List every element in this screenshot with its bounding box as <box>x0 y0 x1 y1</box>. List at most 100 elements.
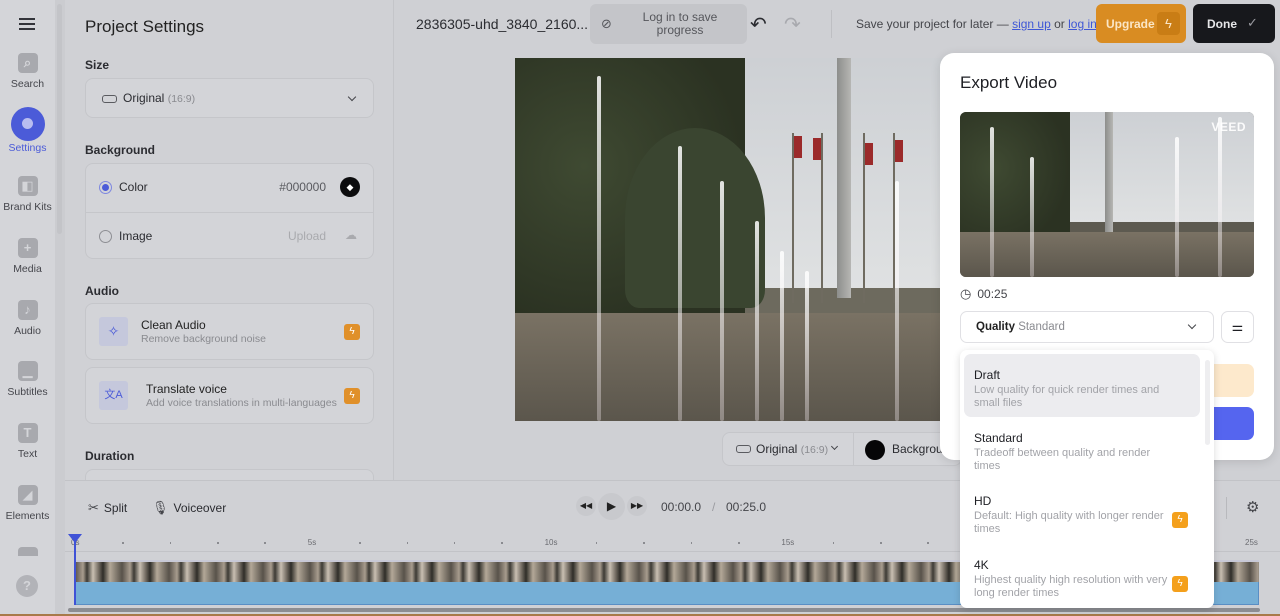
ruler-tick <box>406 542 409 544</box>
done-button[interactable]: Done ✓ <box>1193 4 1275 43</box>
feature-title: Translate voice <box>146 382 227 396</box>
rail-item-label: Settings <box>8 142 47 154</box>
thumb-obelisk <box>1105 112 1113 232</box>
undo-icon[interactable]: ↶ <box>750 12 767 37</box>
text-icon: T <box>17 423 38 443</box>
size-heading: Size <box>85 58 110 72</box>
log-in-link[interactable]: log in <box>1068 17 1097 31</box>
ruler-tick-label: 25s <box>1245 538 1258 547</box>
save-progress-button[interactable]: ⊘ Log in to save progress <box>590 4 747 44</box>
split-button[interactable]: ✂ Split <box>88 500 127 516</box>
premium-bolt-icon: ϟ <box>1172 512 1188 528</box>
option-description: Low quality for quick render times and s… <box>974 384 1160 409</box>
play-icon[interactable]: ▶ <box>598 493 625 520</box>
sparkle-icon: ✧ <box>99 317 128 346</box>
rail-item-elements[interactable]: ◢ Elements <box>0 485 55 522</box>
advanced-settings-icon[interactable]: ⚌ <box>1221 311 1254 343</box>
chevron-down-icon <box>347 92 357 102</box>
quality-option-hd[interactable]: HD Default: High quality with longer ren… <box>964 480 1200 543</box>
duration-card[interactable] <box>85 469 374 480</box>
hamburger-menu-icon[interactable] <box>17 15 37 33</box>
save-prompt-text: Save your project for later — <box>856 17 1009 31</box>
quality-option-4k[interactable]: 4K Highest quality high resolution with … <box>964 544 1200 607</box>
total-time: 00:25.0 <box>726 500 767 514</box>
rewind-icon[interactable]: ◀◀ <box>576 496 596 516</box>
paint-bucket-icon[interactable]: ◆ <box>340 177 360 197</box>
canvas-size-select[interactable]: Original (16:9) <box>756 442 828 456</box>
upgrade-export-button[interactable] <box>1213 364 1254 397</box>
flag <box>813 138 821 160</box>
option-name: HD <box>974 494 992 508</box>
panel-title: Project Settings <box>85 17 205 36</box>
fast-forward-icon[interactable]: ▶▶ <box>627 496 647 516</box>
project-filename[interactable]: 2836305-uhd_3840_2160... <box>416 16 588 32</box>
chevron-down-icon <box>830 442 839 451</box>
project-settings-panel: Project Settings Size Original (16:9) Ba… <box>65 0 394 480</box>
aspect-ratio-icon <box>736 445 751 453</box>
video-trees-2 <box>625 128 765 308</box>
divider <box>853 433 854 465</box>
water-jet <box>755 221 759 421</box>
color-label: Color <box>119 180 148 194</box>
background-image-option[interactable]: Image Upload ☁ <box>86 212 373 259</box>
ruler-tick <box>643 542 645 544</box>
video-obelisk <box>837 58 851 298</box>
water-jet <box>895 181 899 421</box>
elements-icon: ◢ <box>17 485 38 505</box>
ruler-tick <box>122 542 124 544</box>
playhead-handle[interactable] <box>68 534 82 543</box>
translate-icon: 文A <box>99 381 128 410</box>
background-color-option[interactable]: Color #000000 ◆ <box>86 164 373 211</box>
duration-value: 00:25 <box>977 287 1008 301</box>
quality-option-standard[interactable]: Standard Tradeoff between quality and re… <box>964 417 1200 480</box>
help-icon[interactable]: ? <box>16 575 38 597</box>
quality-option-draft[interactable]: Draft Low quality for quick render times… <box>964 354 1200 417</box>
color-hex-value[interactable]: #000000 <box>279 180 326 194</box>
dialog-title: Export Video <box>960 73 1058 92</box>
aspect-ratio-icon <box>102 95 117 103</box>
upgrade-button[interactable]: Upgrade ϟ <box>1096 4 1186 43</box>
ruler-tick <box>690 542 693 544</box>
quality-select[interactable]: Quality Standard <box>960 311 1214 343</box>
video-preview[interactable] <box>515 58 945 421</box>
image-radio[interactable] <box>99 230 112 243</box>
ruler-tick <box>595 542 598 544</box>
water-jet <box>780 251 784 421</box>
gear-icon[interactable]: ⚙ <box>1246 498 1259 516</box>
rail-item-settings[interactable]: Settings <box>0 107 55 154</box>
rail-item-media[interactable]: + Media <box>0 238 55 275</box>
microphone-icon: 🎙 <box>152 500 169 515</box>
timeline-scrollbar[interactable] <box>68 608 1260 612</box>
background-color-swatch[interactable] <box>865 440 885 460</box>
voiceover-label: Voiceover <box>173 501 227 515</box>
export-video-button[interactable] <box>1213 407 1254 440</box>
duration-heading: Duration <box>85 449 135 463</box>
rail-item-audio[interactable]: ♪ Audio <box>0 300 55 337</box>
video-ground <box>515 313 945 421</box>
rail-item-subtitles[interactable]: ▁ Subtitles <box>0 361 55 398</box>
cloud-upload-icon[interactable]: ☁ <box>345 228 357 242</box>
rail-scroll-thumb[interactable] <box>57 4 62 234</box>
upgrade-label: Upgrade <box>1106 17 1155 31</box>
size-select[interactable]: Original (16:9) <box>85 78 374 118</box>
voiceover-button[interactable]: 🎙 Voiceover <box>152 500 226 516</box>
redo-icon[interactable]: ↷ <box>784 12 801 37</box>
ruler-tick-label: 5s <box>307 538 317 547</box>
rail-item-label: Search <box>10 78 45 90</box>
rail-item-text[interactable]: T Text <box>0 423 55 460</box>
clean-audio-card[interactable]: ✧ Clean Audio Remove background noise ϟ <box>85 303 374 360</box>
translate-voice-card[interactable]: 文A Translate voice Add voice translation… <box>85 367 374 424</box>
rail-item-search[interactable]: ⌕ Search <box>0 53 55 90</box>
sign-up-link[interactable]: sign up <box>1012 17 1051 31</box>
settings-icon <box>10 107 45 141</box>
playhead[interactable] <box>74 534 76 605</box>
ruler-tick-label: 10s <box>544 538 558 547</box>
cloud-off-icon: ⊘ <box>601 16 612 31</box>
option-name: Standard <box>974 431 1023 445</box>
color-radio[interactable] <box>99 181 112 194</box>
upload-button[interactable]: Upload <box>288 229 326 243</box>
ruler-tick <box>880 542 882 544</box>
current-time: 00:00.0 <box>661 500 702 514</box>
dropdown-scrollbar[interactable] <box>1205 360 1210 445</box>
rail-item-brand-kits[interactable]: ◧ Brand Kits <box>0 176 55 213</box>
